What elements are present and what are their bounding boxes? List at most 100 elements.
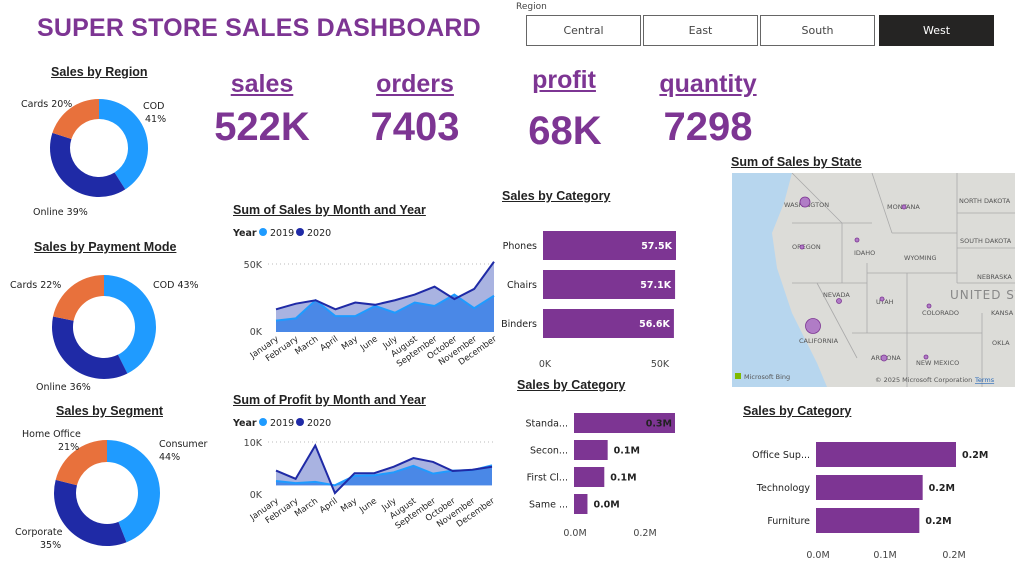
svg-text:CALIFORNIA: CALIFORNIA	[799, 337, 839, 345]
x-tick-label: April	[319, 334, 341, 353]
region-label-online: Online 39%	[33, 207, 88, 218]
region-donut-title: Sales by Region	[51, 65, 148, 79]
donut-slice-cod[interactable]	[99, 99, 149, 190]
data-label: 0.1M	[614, 446, 640, 457]
category-label: Same ...	[529, 500, 568, 511]
kpi-sales-value: 522K	[214, 105, 310, 149]
category-label: First Cl...	[527, 473, 568, 484]
payment-label-online: Online 36%	[36, 382, 91, 393]
x-tick: 0.1M	[873, 550, 896, 561]
legend-title: Year	[232, 418, 257, 429]
map-attribution: © 2025 Microsoft Corporation	[875, 376, 972, 384]
segment-label-corporate: Corporate	[15, 527, 63, 538]
segment-label-corporate-pct: 35%	[40, 540, 61, 551]
svg-text:OREGON: OREGON	[792, 243, 821, 251]
donut-slice-online[interactable]	[50, 132, 126, 198]
payment-donut-chart: COD 43% Online 36% Cards 22%	[10, 275, 199, 393]
svg-text:NEVADA: NEVADA	[823, 291, 850, 299]
svg-text:KANSA: KANSA	[991, 309, 1014, 317]
data-label: 0.1M	[610, 473, 636, 484]
x-tick: 50K	[651, 359, 670, 370]
kpi-quantity-value: 7298	[663, 105, 753, 149]
category-bar-title-3: Sales by Category	[743, 404, 852, 418]
map-terms-link[interactable]: Terms	[974, 376, 995, 384]
x-tick: 0.2M	[942, 550, 965, 561]
svg-text:NORTH DAKOTA: NORTH DAKOTA	[959, 197, 1011, 205]
bar-technology[interactable]	[816, 475, 923, 500]
kpi-profit-value: 68K	[528, 109, 602, 153]
map-canvas: WASHINGTON MONTANA NORTH DAKOTA OREGON I…	[732, 173, 1015, 387]
payment-label-cards: Cards 22%	[10, 280, 61, 291]
legend-2020-dot	[296, 228, 304, 236]
x-tick-label: April	[318, 496, 340, 515]
svg-text:COLORADO: COLORADO	[922, 309, 959, 317]
bar-furniture[interactable]	[816, 508, 920, 533]
legend-2020: 2020	[307, 228, 331, 239]
region-label-cards: Cards 20%	[21, 99, 72, 110]
payment-label-cod: COD 43%	[153, 280, 199, 291]
slicer-option-east[interactable]: East	[643, 15, 758, 46]
data-label: 0.3M	[646, 419, 672, 430]
data-label: 57.1K	[640, 280, 671, 291]
legend-2020-dot	[296, 418, 304, 426]
segment-label-consumer: Consumer	[159, 439, 208, 450]
category-label: Furniture	[767, 516, 810, 527]
svg-text:IDAHO: IDAHO	[854, 249, 875, 257]
country-label: UNITED ST	[950, 288, 1015, 302]
sales-by-state-map[interactable]: WASHINGTON MONTANA NORTH DAKOTA OREGON I…	[732, 173, 1015, 387]
svg-text:NEW MEXICO: NEW MEXICO	[916, 359, 959, 367]
legend-title: Year	[232, 228, 257, 239]
state-labels: WASHINGTON MONTANA NORTH DAKOTA OREGON I…	[784, 197, 1014, 367]
category-label: Standa...	[525, 419, 568, 430]
category-bar-title-1: Sales by Category	[502, 189, 611, 203]
dashboard-title: SUPER STORE SALES DASHBOARD	[37, 14, 481, 42]
segment-label-home-office-pct: 21%	[58, 442, 79, 453]
x-tick: 0.0M	[563, 528, 586, 539]
legend-2020: 2020	[307, 418, 331, 429]
kpi-profit-label: profit	[532, 66, 596, 94]
bar-office-sup-[interactable]	[816, 442, 956, 467]
slicer-option-central[interactable]: Central	[526, 15, 641, 46]
y-tick: 10K	[244, 438, 263, 449]
slicer-option-south[interactable]: South	[760, 15, 875, 46]
region-label-cod-pct: 41%	[145, 114, 166, 125]
category-label: Phones	[503, 241, 537, 252]
legend-2019-dot	[259, 418, 267, 426]
x-tick-label: June	[358, 334, 380, 353]
sales-month-chart: Year 2019 2020 50K 0K JanuaryFebruaryMar…	[232, 228, 498, 369]
profit-month-chart: Year 2019 2020 10K 0K JanuaryFebruaryMar…	[232, 418, 497, 531]
category-label: Technology	[756, 483, 811, 494]
profit-month-title: Sum of Profit by Month and Year	[233, 393, 426, 407]
donut-slice-online[interactable]	[52, 316, 128, 379]
svg-text:NEBRASKA: NEBRASKA	[977, 273, 1012, 281]
y-tick: 0K	[250, 327, 263, 338]
legend-2019: 2019	[270, 418, 294, 429]
donut-slice-corporate[interactable]	[53, 479, 127, 546]
x-tick-label: March	[293, 334, 320, 357]
legend-2019-dot	[259, 228, 267, 236]
kpi-quantity-label: quantity	[659, 70, 757, 98]
data-label: 0.2M	[929, 483, 955, 494]
map-title: Sum of Sales by State	[731, 155, 862, 169]
kpi-orders-label: orders	[376, 70, 454, 98]
bar-secon-[interactable]	[574, 440, 608, 460]
kpi-sales-label: sales	[230, 70, 294, 98]
x-tick: 0.0M	[806, 550, 829, 561]
category-label: Office Sup...	[752, 450, 810, 461]
y-tick: 50K	[244, 260, 263, 271]
slicer-option-west[interactable]: West	[879, 15, 994, 46]
kpi-orders-value: 7403	[370, 105, 460, 149]
region-slicer-label: Region	[516, 2, 547, 12]
svg-text:SOUTH DAKOTA: SOUTH DAKOTA	[960, 237, 1012, 245]
category-bar-title-2: Sales by Category	[517, 378, 626, 392]
bar-first-cl-[interactable]	[574, 467, 605, 487]
bing-brand: Microsoft Bing	[744, 373, 790, 381]
segment-label-home-office: Home Office	[22, 429, 81, 440]
data-label: 0.0M	[593, 500, 619, 511]
category-label: Secon...	[530, 446, 568, 457]
data-label: 0.2M	[925, 516, 951, 527]
region-label-cod: COD	[143, 101, 164, 112]
segment-donut-chart: Consumer 44% Corporate 35% Home Office 2…	[15, 429, 208, 551]
bar-same-[interactable]	[574, 494, 588, 514]
category-label: Binders	[501, 319, 537, 330]
